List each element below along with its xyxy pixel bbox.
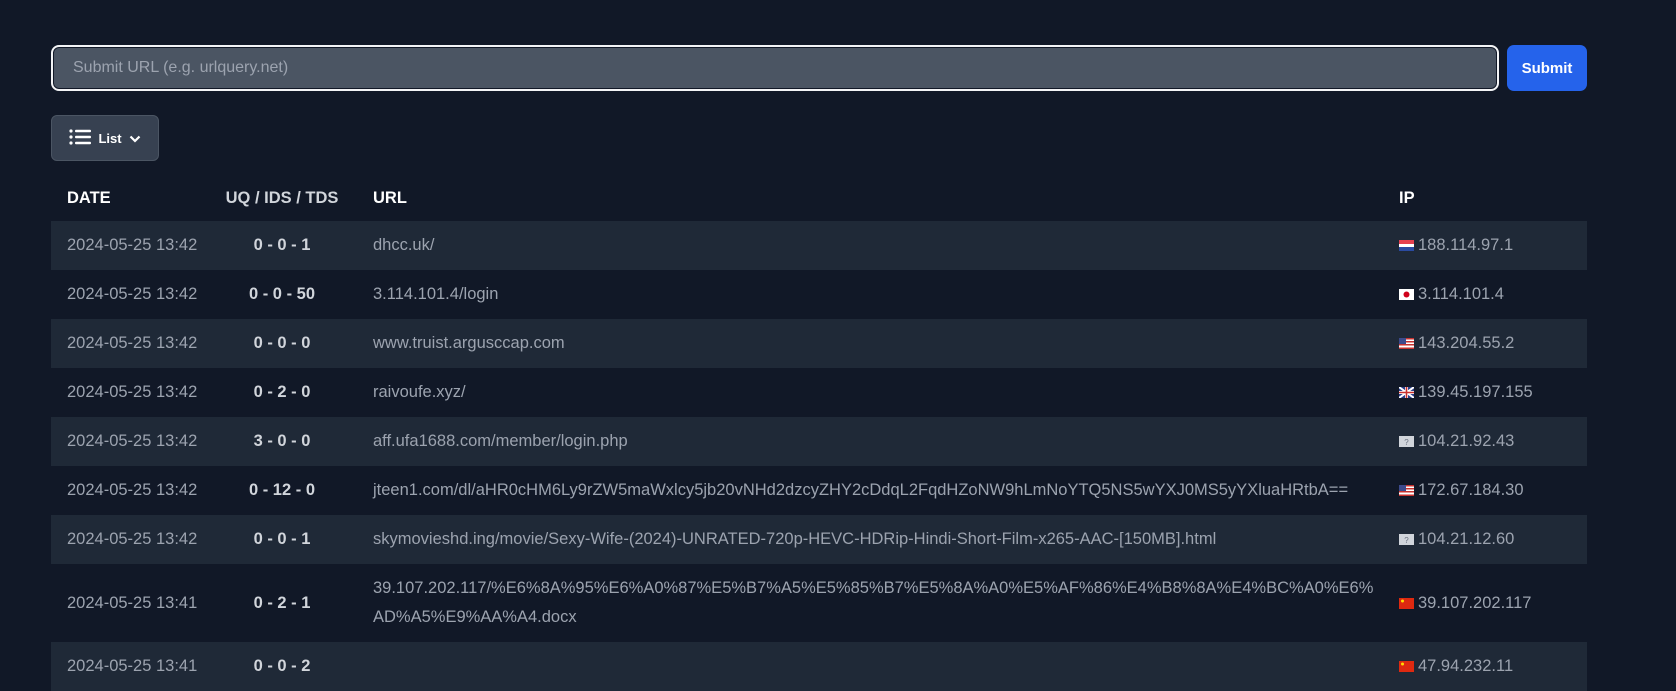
row-score: 0 - 2 - 0 xyxy=(253,383,311,401)
row-ip-address: 39.107.202.117 xyxy=(1418,593,1532,612)
row-url-link[interactable]: skymovieshd.ing/movie/Sexy-Wife-(2024)-U… xyxy=(357,515,1383,564)
submissions-table: DATE UQ / IDS / TDS URL IP 2024-05-25 13… xyxy=(51,175,1587,691)
table-row[interactable]: 2024-05-25 13:42 0 - 0 - 1 dhcc.uk/188.114… xyxy=(51,221,1587,270)
row-date: 2024-05-25 13:42 xyxy=(67,236,198,254)
row-ip-address: 143.204.55.2 xyxy=(1418,334,1515,352)
row-ip: 172.67.184.30 xyxy=(1383,466,1587,515)
row-ip-address: 47.94.232.11 xyxy=(1418,657,1514,675)
header-date: DATE xyxy=(67,188,111,207)
row-score: 3 - 0 - 0 xyxy=(253,432,311,450)
header-url: URL xyxy=(373,188,407,207)
row-ip: 3.114.101.4 xyxy=(1383,270,1587,319)
row-url-link[interactable]: 39.107.202.117/%E6%8A%95%E6%A0%87%E5%B7%… xyxy=(357,564,1383,642)
row-date: 2024-05-25 13:42 xyxy=(67,285,198,303)
row-ip: 143.204.55.2 xyxy=(1383,319,1587,368)
table-row[interactable]: 2024-05-25 13:42 0 - 0 - 50 3.114.101.4/lo… xyxy=(51,270,1587,319)
header-score: UQ / IDS / TDS xyxy=(225,188,339,207)
country-flag-icon xyxy=(1399,285,1418,303)
row-score: 0 - 0 - 1 xyxy=(253,530,311,548)
country-flag-icon: ? xyxy=(1399,530,1418,548)
row-ip: 39.107.202.117 xyxy=(1383,564,1587,642)
row-date: 2024-05-25 13:42 xyxy=(67,334,198,352)
table-row[interactable]: 2024-05-25 13:42 0 - 2 - 0 raivoufe.xyz/13… xyxy=(51,368,1587,417)
row-ip: ? 104.21.12.60 xyxy=(1383,515,1587,564)
country-flag-icon xyxy=(1399,236,1418,254)
row-url-link[interactable]: 3.114.101.4/login xyxy=(357,270,1383,319)
row-ip: ? 104.21.92.43 xyxy=(1383,417,1587,466)
list-icon xyxy=(69,128,92,148)
row-ip: 139.45.197.155 xyxy=(1383,368,1587,417)
row-date: 2024-05-25 13:41 xyxy=(67,657,198,675)
row-score: 0 - 2 - 1 xyxy=(253,593,311,612)
chevron-down-icon xyxy=(129,131,141,146)
table-row[interactable]: 2024-05-25 13:42 0 - 0 - 1 skymovieshd.ing… xyxy=(51,515,1587,564)
row-date: 2024-05-25 13:42 xyxy=(67,530,198,548)
row-ip: 47.94.232.11 xyxy=(1383,642,1587,691)
table-header-row: DATE UQ / IDS / TDS URL IP xyxy=(51,175,1587,221)
table-row[interactable]: 2024-05-25 13:41 0 - 2 - 1 39.107.202.117/… xyxy=(51,564,1587,642)
table-row[interactable]: 2024-05-25 13:41 0 - 0 - 2 47.94.232.11 xyxy=(51,642,1587,691)
row-ip-address: 3.114.101.4 xyxy=(1418,285,1504,303)
table-row[interactable]: 2024-05-25 13:42 0 - 12 - 0 jteen1.com/dl/… xyxy=(51,466,1587,515)
country-flag-icon xyxy=(1399,334,1418,352)
row-score: 0 - 12 - 0 xyxy=(248,481,316,499)
table-row[interactable]: 2024-05-25 13:42 0 - 0 - 0 www.truist.argu… xyxy=(51,319,1587,368)
row-url-link[interactable]: dhcc.uk/ xyxy=(357,221,1383,270)
country-flag-icon xyxy=(1399,383,1418,401)
row-url-link[interactable]: aff.ufa1688.com/member/login.php xyxy=(357,417,1383,466)
row-score: 0 - 0 - 2 xyxy=(253,657,311,675)
row-score: 0 - 0 - 1 xyxy=(253,236,311,254)
row-url-link[interactable]: raivoufe.xyz/ xyxy=(357,368,1383,417)
row-date: 2024-05-25 13:42 xyxy=(67,383,198,401)
row-ip-address: 104.21.92.43 xyxy=(1418,432,1515,450)
row-score: 0 - 0 - 50 xyxy=(248,285,316,303)
svg-text:?: ? xyxy=(1404,438,1409,447)
row-date: 2024-05-25 13:41 xyxy=(67,593,198,612)
country-flag-icon xyxy=(1399,481,1418,499)
row-ip-address: 139.45.197.155 xyxy=(1418,383,1533,401)
view-mode-label: List xyxy=(98,130,122,146)
url-search-bar xyxy=(51,45,1499,91)
row-url-link[interactable] xyxy=(357,642,1383,691)
row-score: 0 - 0 - 0 xyxy=(253,334,311,352)
svg-text:?: ? xyxy=(1404,536,1409,545)
country-flag-icon xyxy=(1399,657,1418,675)
row-ip: 188.114.97.1 xyxy=(1383,221,1587,270)
table-row[interactable]: 2024-05-25 13:42 3 - 0 - 0 aff.ufa1688.com… xyxy=(51,417,1587,466)
row-ip-address: 104.21.12.60 xyxy=(1418,530,1515,548)
header-ip: IP xyxy=(1399,188,1415,207)
row-url-link[interactable]: jteen1.com/dl/aHR0cHM6Ly9rZW5maWxlcy5jb2… xyxy=(357,466,1383,515)
country-flag-icon: ? xyxy=(1399,432,1418,450)
view-mode-dropdown[interactable]: List xyxy=(51,115,159,161)
url-input[interactable] xyxy=(51,45,1499,91)
row-url-link[interactable]: www.truist.argusccap.com xyxy=(357,319,1383,368)
row-ip-address: 172.67.184.30 xyxy=(1418,481,1524,499)
submit-button[interactable]: Submit xyxy=(1507,45,1587,91)
row-date: 2024-05-25 13:42 xyxy=(67,481,198,499)
row-date: 2024-05-25 13:42 xyxy=(67,432,198,450)
country-flag-icon xyxy=(1399,594,1418,612)
row-ip-address: 188.114.97.1 xyxy=(1418,236,1514,254)
